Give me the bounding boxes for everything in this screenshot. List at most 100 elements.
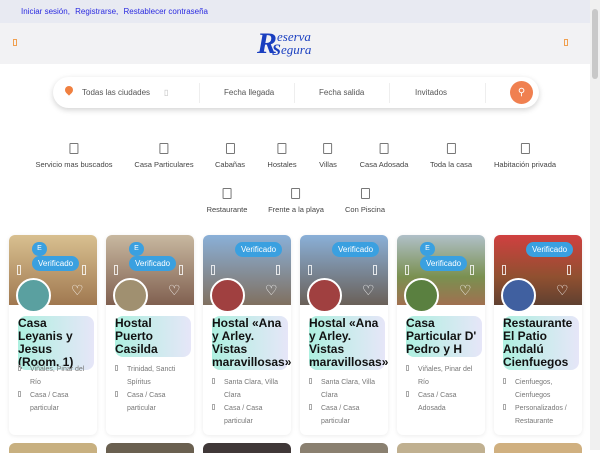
category-restaurante[interactable]: Restaurante: [207, 188, 247, 214]
heart-icon[interactable]: ♡: [556, 283, 569, 297]
search-bar: Todas las ciudades ▯ Fecha llegada Fecha…: [53, 77, 539, 108]
card-title[interactable]: Restaurante El Patio Andalú Cienfuegos: [503, 316, 579, 370]
scrollbar[interactable]: [590, 0, 600, 450]
departure-date-input[interactable]: Fecha salida: [319, 88, 364, 97]
category-icon: [115, 391, 118, 397]
city-select[interactable]: Todas las ciudades: [82, 88, 150, 97]
search-icon: ⚲: [517, 87, 526, 98]
card-image[interactable]: [9, 443, 97, 453]
card-image[interactable]: [397, 443, 485, 453]
location-text: Santa Clara, Villa Clara: [309, 376, 387, 402]
category-habitacion-privada[interactable]: Habitación privada: [494, 143, 556, 169]
category-cabanas[interactable]: Cabañas: [215, 143, 245, 169]
type-text: Casa / Casa particular: [212, 402, 290, 428]
prev-image-icon[interactable]: [17, 265, 21, 275]
category-toda-la-casa[interactable]: Toda la casa: [430, 143, 472, 169]
hostel-icon: [277, 143, 287, 154]
verified-badge: Verificado: [526, 242, 574, 257]
heart-icon[interactable]: ♡: [265, 283, 278, 297]
verified-badge: Verificado: [332, 242, 380, 257]
arrival-date-input[interactable]: Fecha llegada: [224, 88, 274, 97]
listing-card[interactable]: E Verificado ♡ Hostal Puerto Casilda Tri…: [106, 235, 194, 435]
heart-icon[interactable]: ♡: [459, 283, 472, 297]
scrollbar-thumb[interactable]: [592, 9, 598, 79]
location-icon: [18, 365, 21, 371]
location-text: Viñales, Pinar del Río: [18, 363, 96, 389]
dropdown-icon: ▯: [164, 88, 169, 97]
next-image-icon[interactable]: [470, 265, 474, 275]
prev-image-icon[interactable]: [211, 265, 215, 275]
type-text: Casa / Casa particular: [309, 402, 387, 428]
building-icon: [69, 143, 79, 154]
category-icon: [406, 391, 409, 397]
location-icon: [309, 378, 312, 384]
header: Reserva Segura: [0, 23, 590, 64]
login-link[interactable]: Iniciar sesión,: [21, 7, 70, 16]
category-icon: [18, 391, 21, 397]
card-image[interactable]: [494, 443, 582, 453]
reset-password-link[interactable]: Restablecer contraseña: [124, 7, 209, 16]
card-title[interactable]: Casa Leyanis y Jesus (Room. 1): [18, 316, 94, 370]
card-image[interactable]: [300, 443, 388, 453]
location-icon: [212, 378, 215, 384]
next-image-icon[interactable]: [179, 265, 183, 275]
category-servicio-mas-buscados[interactable]: Servicio mas buscados: [35, 143, 113, 169]
card-title[interactable]: Hostal «Ana y Arley. Vistas maravillosas…: [309, 316, 388, 370]
next-image-icon[interactable]: [82, 265, 86, 275]
verified-badge: Verificado: [235, 242, 283, 257]
category-icon: [212, 404, 215, 410]
next-image-icon[interactable]: [373, 265, 377, 275]
beach-icon: [291, 188, 301, 199]
prev-image-icon[interactable]: [114, 265, 118, 275]
verified-badge: Verificado: [420, 256, 468, 271]
guests-input[interactable]: Invitados: [415, 88, 447, 97]
listing-card[interactable]: Verificado ♡ Hostal «Ana y Arley. Vistas…: [203, 235, 291, 435]
next-image-icon[interactable]: [276, 265, 280, 275]
next-image-icon[interactable]: [567, 265, 571, 275]
category-con-piscina[interactable]: Con Piscina: [345, 188, 385, 214]
logo[interactable]: Reserva Segura: [257, 29, 327, 60]
category-villas[interactable]: Villas: [319, 143, 337, 169]
verified-badge: Verificado: [129, 256, 177, 271]
location-icon: [115, 365, 118, 371]
card-image[interactable]: [203, 443, 291, 453]
location-icon: [503, 378, 506, 384]
card-title[interactable]: Hostal «Ana y Arley. Vistas maravillosas…: [212, 316, 291, 370]
card-image[interactable]: [106, 443, 194, 453]
home-icon: [446, 143, 456, 154]
user-icon[interactable]: [564, 39, 568, 46]
listing-card[interactable]: E Verificado ♡ Casa Particular D' Pedro …: [397, 235, 485, 435]
prev-image-icon[interactable]: [308, 265, 312, 275]
avatar: [404, 278, 439, 313]
avatar: [501, 278, 536, 313]
category-hostales[interactable]: Hostales: [267, 143, 297, 169]
cabin-icon: [225, 143, 235, 154]
location-icon: [406, 365, 409, 371]
location-text: Cienfuegos, Cienfuegos: [503, 376, 581, 402]
register-link[interactable]: Registrarse,: [75, 7, 118, 16]
avatar: [210, 278, 245, 313]
heart-icon[interactable]: ♡: [71, 283, 84, 297]
search-button[interactable]: ⚲: [510, 81, 533, 104]
e-badge: E: [420, 242, 435, 256]
listing-card[interactable]: Verificado ♡ Restaurante El Patio Andalú…: [494, 235, 582, 435]
listing-card[interactable]: E Verificado ♡ Casa Leyanis y Jesus (Roo…: [9, 235, 97, 435]
category-icon: [309, 404, 312, 410]
prev-image-icon[interactable]: [502, 265, 506, 275]
category-casa-adosada[interactable]: Casa Adosada: [360, 143, 408, 169]
card-title[interactable]: Casa Particular D' Pedro y H: [406, 316, 482, 357]
verified-badge: Verificado: [32, 256, 80, 271]
menu-icon[interactable]: [13, 39, 17, 46]
category-frente-a-la-playa[interactable]: Frente a la playa: [268, 188, 324, 214]
heart-icon[interactable]: ♡: [362, 283, 375, 297]
location-text: Trinidad, Sancti Spíritus: [115, 363, 193, 389]
location-pin-icon: [63, 84, 75, 96]
card-title[interactable]: Hostal Puerto Casilda: [115, 316, 191, 357]
heart-icon[interactable]: ♡: [168, 283, 181, 297]
location-text: Viñales, Pinar del Río: [406, 363, 484, 389]
townhouse-icon: [379, 143, 389, 154]
prev-image-icon[interactable]: [405, 265, 409, 275]
plate-icon: [222, 188, 232, 199]
listing-card[interactable]: Verificado ♡ Hostal «Ana y Arley. Vistas…: [300, 235, 388, 435]
category-casa-particulares[interactable]: Casa Particulares: [134, 143, 194, 169]
